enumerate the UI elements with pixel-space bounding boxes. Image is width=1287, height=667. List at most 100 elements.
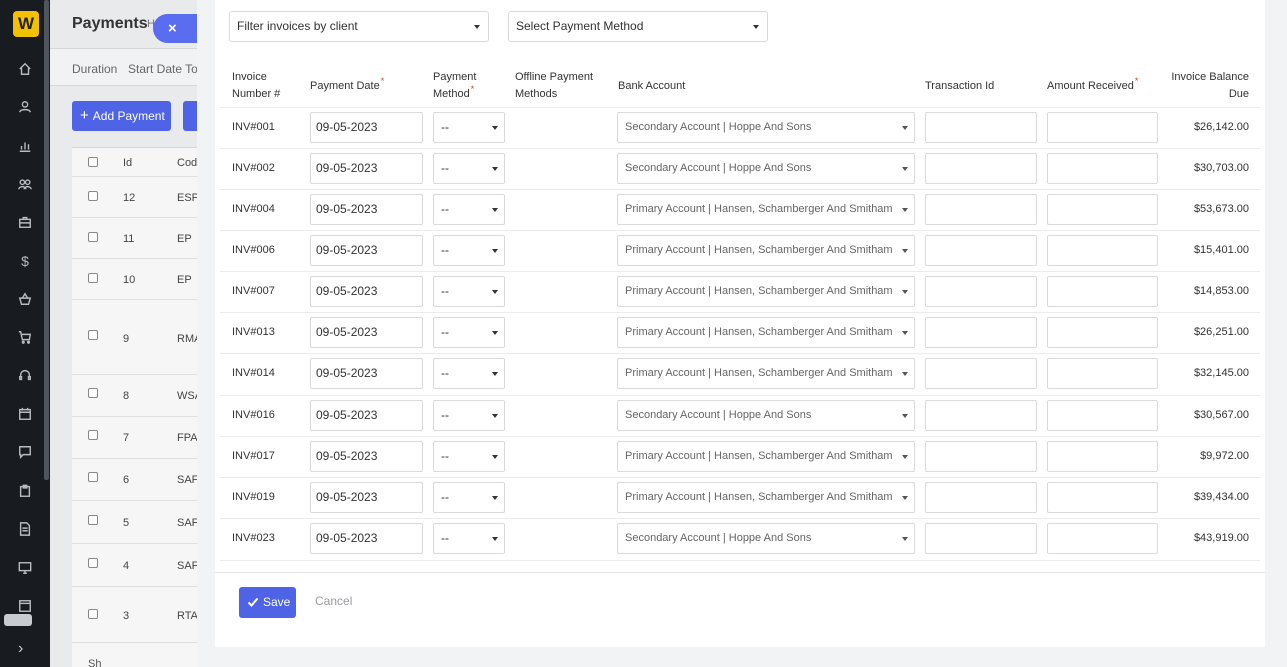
page-title: Payments xyxy=(72,15,148,32)
payment-date-input[interactable]: 09-05-2023 xyxy=(310,276,423,307)
payment-date-input[interactable]: 09-05-2023 xyxy=(310,523,423,554)
cancel-button[interactable]: Cancel xyxy=(315,594,352,608)
bank-account-select[interactable]: Primary Account | Hansen, Schamberger An… xyxy=(617,441,915,472)
payment-date-input[interactable]: 09-05-2023 xyxy=(310,153,423,184)
filter-payment-method-select[interactable]: Select Payment Method xyxy=(508,11,768,42)
amount-received-input[interactable] xyxy=(1047,441,1158,472)
transaction-id-input[interactable] xyxy=(925,482,1037,513)
bank-account-select[interactable]: Secondary Account | Hoppe And Sons xyxy=(617,400,915,431)
payment-method-select[interactable]: -- xyxy=(433,482,505,513)
row-checkbox[interactable] xyxy=(88,330,98,340)
amount-received-input[interactable] xyxy=(1047,523,1158,554)
payment-method-select[interactable]: -- xyxy=(433,523,505,554)
payment-method-select[interactable]: -- xyxy=(433,400,505,431)
row-checkbox[interactable] xyxy=(88,472,98,482)
payment-method-select[interactable]: -- xyxy=(433,235,505,266)
cart-icon[interactable] xyxy=(17,330,33,346)
row-checkbox[interactable] xyxy=(88,430,98,440)
transaction-id-input[interactable] xyxy=(925,523,1037,554)
bank-account-select[interactable]: Primary Account | Hansen, Schamberger An… xyxy=(617,276,915,307)
calendar-icon[interactable] xyxy=(17,407,33,423)
amount-received-input[interactable] xyxy=(1047,482,1158,513)
user-icon[interactable] xyxy=(17,100,33,116)
bank-account-select[interactable]: Secondary Account | Hoppe And Sons xyxy=(617,523,915,554)
bank-account-select[interactable]: Primary Account | Hansen, Schamberger An… xyxy=(617,358,915,389)
bank-account-select[interactable]: Primary Account | Hansen, Schamberger An… xyxy=(617,482,915,513)
document-icon[interactable] xyxy=(17,522,33,538)
row-checkbox[interactable] xyxy=(88,191,98,201)
amount-received-input[interactable] xyxy=(1047,235,1158,266)
transaction-id-input[interactable] xyxy=(925,358,1037,389)
payment-method-select[interactable]: -- xyxy=(433,153,505,184)
payment-date-input[interactable]: 09-05-2023 xyxy=(310,482,423,513)
briefcase-icon[interactable] xyxy=(17,215,33,231)
basket-icon[interactable] xyxy=(17,292,33,308)
add-payment-button[interactable]: + Add Payment xyxy=(72,101,171,131)
headset-icon[interactable] xyxy=(17,368,33,384)
payment-date-input[interactable]: 09-05-2023 xyxy=(310,235,423,266)
payment-date-input[interactable]: 09-05-2023 xyxy=(310,358,423,389)
dollar-icon[interactable]: $ xyxy=(17,253,33,269)
window-icon[interactable] xyxy=(17,599,33,615)
transaction-id-input[interactable] xyxy=(925,441,1037,472)
caret-down-icon xyxy=(902,167,908,171)
amount-received-input[interactable] xyxy=(1047,276,1158,307)
amount-received-input[interactable] xyxy=(1047,112,1158,143)
column-header-code[interactable]: Cod xyxy=(177,157,197,169)
bank-account-select[interactable]: Primary Account | Hansen, Schamberger An… xyxy=(617,317,915,348)
clipboard-icon[interactable] xyxy=(17,484,33,500)
users-icon[interactable] xyxy=(17,177,33,193)
bank-account-select[interactable]: Secondary Account | Hoppe And Sons xyxy=(617,112,915,143)
amount-received-input[interactable] xyxy=(1047,358,1158,389)
payment-method-select[interactable]: -- xyxy=(433,276,505,307)
payment-date-input[interactable]: 09-05-2023 xyxy=(310,112,423,143)
transaction-id-input[interactable] xyxy=(925,317,1037,348)
payment-method-select[interactable]: -- xyxy=(433,112,505,143)
payment-method-select[interactable]: -- xyxy=(433,194,505,225)
transaction-id-input[interactable] xyxy=(925,112,1037,143)
payment-method-value: -- xyxy=(441,531,449,545)
sidebar-toggle-chip[interactable] xyxy=(4,614,32,626)
transaction-id-input[interactable] xyxy=(925,400,1037,431)
payment-method-select[interactable]: -- xyxy=(433,317,505,348)
save-button[interactable]: Save xyxy=(239,587,296,618)
filter-client-select[interactable]: Filter invoices by client xyxy=(229,11,489,42)
row-checkbox[interactable] xyxy=(88,558,98,568)
bank-account-select[interactable]: Primary Account | Hansen, Schamberger An… xyxy=(617,235,915,266)
chevron-right-icon[interactable]: › xyxy=(18,640,23,658)
payment-method-select[interactable]: -- xyxy=(433,441,505,472)
close-panel-button[interactable]: × xyxy=(153,14,203,43)
payment-date-input[interactable]: 09-05-2023 xyxy=(310,317,423,348)
transaction-id-input[interactable] xyxy=(925,276,1037,307)
row-checkbox[interactable] xyxy=(88,609,98,619)
duration-filter[interactable]: Duration xyxy=(72,62,117,76)
transaction-id-input[interactable] xyxy=(925,153,1037,184)
amount-received-input[interactable] xyxy=(1047,194,1158,225)
bank-account-select[interactable]: Primary Account | Hansen, Schamberger An… xyxy=(617,194,915,225)
payment-date-input[interactable]: 09-05-2023 xyxy=(310,194,423,225)
start-date-filter[interactable]: Start Date To xyxy=(128,62,198,76)
sidebar-scrollbar[interactable] xyxy=(44,0,49,480)
monitor-icon[interactable] xyxy=(17,561,33,577)
chart-icon[interactable] xyxy=(17,139,33,155)
app-logo[interactable]: W xyxy=(13,11,39,37)
amount-received-input[interactable] xyxy=(1047,317,1158,348)
amount-received-input[interactable] xyxy=(1047,400,1158,431)
row-checkbox[interactable] xyxy=(88,232,98,242)
invoice-number: INV#013 xyxy=(232,326,275,338)
message-icon[interactable] xyxy=(17,445,33,461)
payment-date-input[interactable]: 09-05-2023 xyxy=(310,400,423,431)
column-header-id[interactable]: Id xyxy=(123,157,132,169)
transaction-id-input[interactable] xyxy=(925,235,1037,266)
row-checkbox[interactable] xyxy=(88,515,98,525)
home-icon[interactable] xyxy=(17,62,33,78)
bank-account-select[interactable]: Secondary Account | Hoppe And Sons xyxy=(617,153,915,184)
select-all-checkbox[interactable] xyxy=(88,157,98,167)
amount-received-input[interactable] xyxy=(1047,153,1158,184)
payment-method-select[interactable]: -- xyxy=(433,358,505,389)
row-checkbox[interactable] xyxy=(88,388,98,398)
payment-date-input[interactable]: 09-05-2023 xyxy=(310,441,423,472)
row-checkbox[interactable] xyxy=(88,273,98,283)
transaction-id-input[interactable] xyxy=(925,194,1037,225)
row-id: 11 xyxy=(123,233,135,245)
